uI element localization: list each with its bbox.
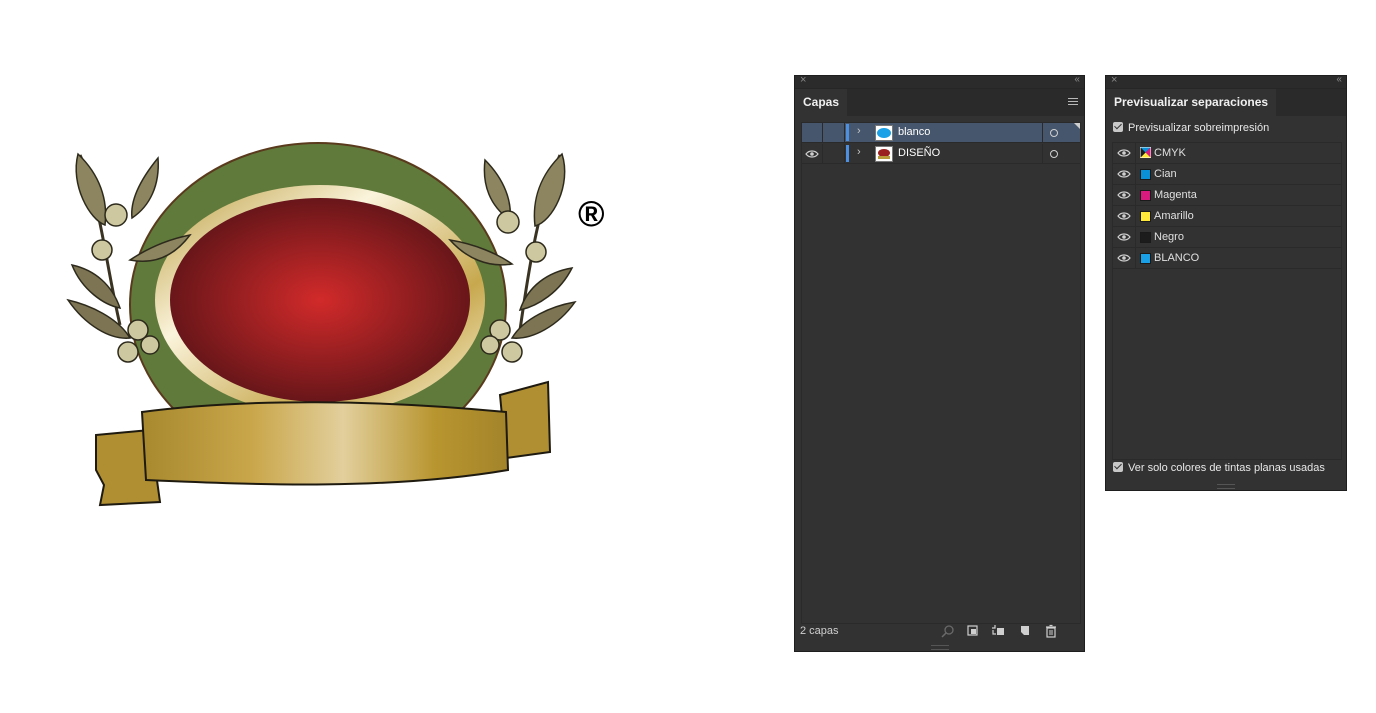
logo-artwork: ® (66, 142, 605, 507)
separation-divider (1135, 164, 1136, 184)
panel-topbar: × ‹‹ (1106, 74, 1346, 89)
color-swatch (1140, 253, 1151, 264)
separation-name: BLANCO (1154, 252, 1200, 264)
separation-row-blanco[interactable]: BLANCO (1113, 248, 1341, 269)
layers-tabbar: Capas (795, 89, 1084, 116)
collapse-icon[interactable]: ‹‹ (1336, 74, 1342, 85)
separations-preview-panel: × ‹‹ Previsualizar separaciones Previsua… (1105, 74, 1347, 491)
layer-count: 2 capas (800, 625, 839, 637)
layer-name[interactable]: blanco (898, 126, 930, 138)
spot-colors-only-checkbox[interactable] (1113, 462, 1123, 472)
close-icon[interactable]: × (1111, 74, 1117, 86)
separation-name: Cian (1154, 168, 1177, 180)
separation-divider (1135, 206, 1136, 226)
separation-name: Negro (1154, 231, 1184, 243)
overprint-preview-option[interactable]: Previsualizar sobreimpresión (1113, 122, 1269, 138)
collapse-icon[interactable]: ‹‹ (1074, 74, 1080, 85)
layer-thumbnail (875, 125, 893, 141)
visibility-toggle[interactable] (802, 144, 823, 164)
separation-row-amarillo[interactable]: Amarillo (1113, 206, 1341, 227)
panel-menu-icon[interactable] (1068, 98, 1078, 107)
layer-thumbnail (875, 146, 893, 162)
layer-color-indicator (846, 145, 849, 162)
eye-icon[interactable] (1117, 148, 1131, 158)
resize-grip[interactable] (930, 645, 949, 650)
registered-mark: ® (578, 193, 605, 234)
search-icon[interactable] (941, 624, 955, 638)
separation-row-magenta[interactable]: Magenta (1113, 185, 1341, 206)
tab-capas[interactable]: Capas (795, 89, 848, 116)
separation-divider (1135, 248, 1136, 268)
color-swatch (1140, 169, 1151, 180)
separation-divider (1135, 185, 1136, 205)
layer-row-diseno[interactable]: › DISEÑO (802, 144, 1080, 164)
color-swatch (1140, 190, 1151, 201)
separations-tabbar: Previsualizar separaciones (1106, 89, 1346, 116)
layer-divider (1042, 123, 1043, 143)
target-icon[interactable] (1050, 150, 1058, 158)
separation-divider (1135, 143, 1136, 163)
resize-grip[interactable] (1217, 484, 1235, 489)
spot-colors-only-label: Ver solo colores de tintas planas usadas (1128, 462, 1325, 474)
layers-panel: × ‹‹ Capas › blanco › DISEÑO 2 capas (794, 74, 1085, 652)
layer-divider (1042, 144, 1043, 164)
color-swatch (1140, 232, 1151, 243)
eye-icon[interactable] (1117, 169, 1131, 179)
separation-row-cian[interactable]: Cian (1113, 164, 1341, 185)
target-icon[interactable] (1050, 129, 1058, 137)
trash-icon[interactable] (1044, 624, 1058, 638)
eye-icon[interactable] (1117, 190, 1131, 200)
ribbon-main (140, 401, 510, 486)
separation-row-negro[interactable]: Negro (1113, 227, 1341, 248)
chevron-right-icon[interactable]: › (857, 146, 861, 158)
separation-divider (1135, 227, 1136, 247)
separation-name: Amarillo (1154, 210, 1194, 222)
eye-icon[interactable] (1117, 211, 1131, 221)
eye-icon[interactable] (1117, 232, 1131, 242)
layer-name[interactable]: DISEÑO (898, 147, 940, 159)
separations-list: CMYK Cian Magenta Amarillo Negro BLANCO (1112, 142, 1342, 460)
layer-color-indicator (846, 124, 849, 141)
new-sublayer-icon[interactable] (991, 624, 1005, 638)
color-swatch (1140, 211, 1151, 222)
red-oval (170, 198, 470, 402)
visibility-toggle[interactable] (802, 123, 823, 143)
close-icon[interactable]: × (800, 74, 806, 86)
new-layer-icon[interactable] (1018, 624, 1032, 638)
separation-name: CMYK (1154, 147, 1186, 159)
cmyk-swatch-icon (1140, 147, 1151, 158)
eye-icon[interactable] (802, 144, 822, 164)
chevron-right-icon[interactable]: › (857, 125, 861, 137)
layers-footer: 2 capas (795, 621, 1084, 643)
tab-previsualizar-separaciones[interactable]: Previsualizar separaciones (1106, 89, 1277, 116)
lock-toggle[interactable] (822, 144, 845, 164)
clipping-mask-icon[interactable] (966, 624, 980, 638)
separation-row-cmyk[interactable]: CMYK (1113, 143, 1341, 164)
panel-topbar: × ‹‹ (795, 74, 1084, 89)
selection-corner-icon (1074, 123, 1080, 129)
eye-icon[interactable] (1117, 253, 1131, 263)
spot-colors-only-option[interactable]: Ver solo colores de tintas planas usadas (1113, 462, 1325, 478)
overprint-preview-checkbox[interactable] (1113, 122, 1123, 132)
layer-list: › blanco › DISEÑO (801, 122, 1081, 624)
lock-toggle[interactable] (822, 123, 845, 143)
overprint-preview-label: Previsualizar sobreimpresión (1128, 122, 1270, 134)
separation-name: Magenta (1154, 189, 1197, 201)
layer-row-blanco[interactable]: › blanco (802, 123, 1080, 143)
